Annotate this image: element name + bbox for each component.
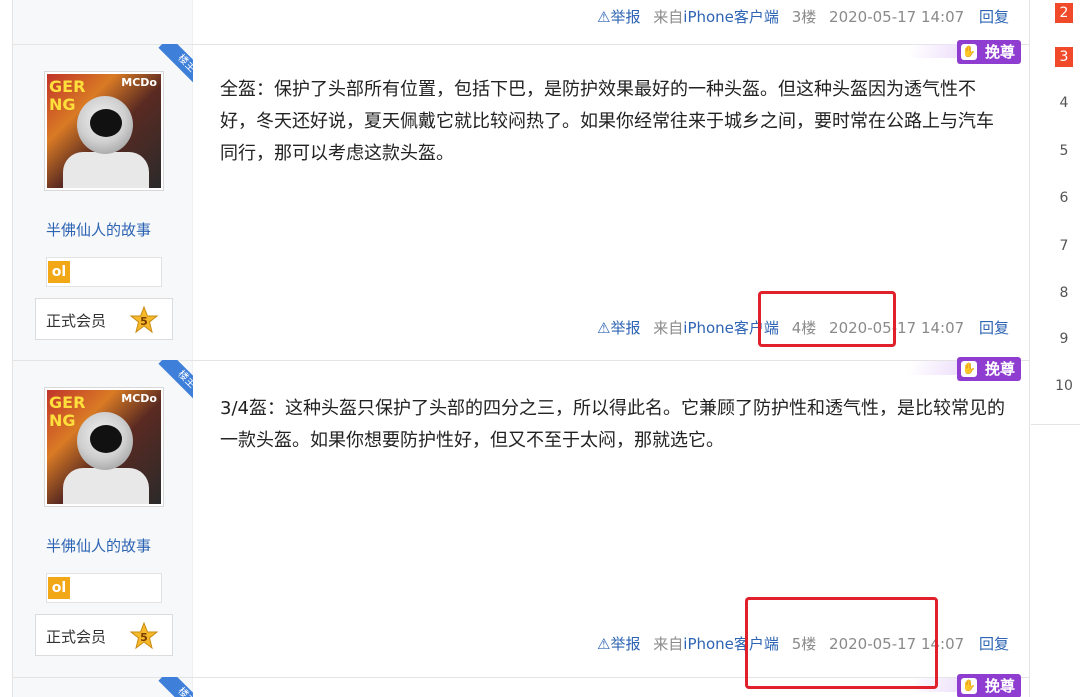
hand-icon: ✋ [961, 44, 977, 60]
member-label: 正式会员 [46, 312, 107, 330]
annotation-box-floor-4 [758, 291, 896, 347]
page-6[interactable]: 6 [1055, 190, 1073, 206]
op-ribbon: 楼主 [149, 677, 193, 697]
svg-text:5: 5 [140, 315, 148, 328]
member-label: 正式会员 [46, 628, 107, 646]
page-2[interactable]: 2 [1055, 3, 1073, 23]
post-content: 3/4盔：这种头盔只保护了头部的四分之三，所以得此名。它兼顾了防护性和透气性，是… [220, 398, 1005, 451]
thread-container: ⚠举报 来自iPhone客户端 3楼 2020-05-17 14:07 回复 G… [12, 0, 1030, 697]
avatar[interactable]: GER NG MCDo [44, 387, 164, 507]
author-sidebar: GER NG MCDo 半佛仙人的故事 ol 正式会员 5 [13, 45, 193, 360]
floor-number: 3楼 [791, 8, 817, 26]
author-sidebar: GER NG MCDo 半佛仙人的故事 ol 正式会员 5 [13, 361, 193, 677]
source-link[interactable]: iPhone客户端 [683, 8, 779, 26]
report-link[interactable]: ⚠举报 [597, 319, 640, 337]
post-footer: ⚠举报 来自iPhone客户端 3楼 2020-05-17 14:07 回复 [597, 6, 1009, 27]
avatar-image: GER NG MCDo [47, 390, 161, 504]
star-level-icon: 5 [130, 306, 158, 334]
star-level-icon: 5 [130, 622, 158, 650]
source-prefix: 来自 [653, 635, 684, 653]
avatar-image: GER NG MCDo [47, 74, 161, 188]
page-5[interactable]: 5 [1055, 143, 1073, 159]
level-icon: ol [48, 577, 70, 599]
level-badge-box: ol [46, 257, 162, 287]
page-3-current[interactable]: 3 [1055, 47, 1073, 67]
op-ribbon: 楼主 [149, 44, 193, 88]
reply-button[interactable]: 回复 [979, 319, 1009, 337]
reply-button[interactable]: 回复 [979, 8, 1009, 26]
page-navigator: 2 3 4 5 6 7 8 9 10 [1031, 0, 1080, 425]
report-link[interactable]: ⚠举报 [597, 8, 640, 26]
svg-text:5: 5 [140, 631, 148, 644]
level-badge-box: ol [46, 573, 162, 603]
page-7[interactable]: 7 [1055, 238, 1073, 254]
annotation-box-floor-5 [745, 597, 938, 689]
username-link[interactable]: 半佛仙人的故事 [46, 535, 151, 556]
support-badge[interactable]: ✋ 挽尊 [906, 674, 1021, 697]
source-prefix: 来自 [653, 8, 684, 26]
reply-button[interactable]: 回复 [979, 635, 1009, 653]
source-prefix: 来自 [653, 319, 684, 337]
page-8[interactable]: 8 [1055, 285, 1073, 301]
member-box: 正式会员 5 [35, 614, 173, 656]
member-box: 正式会员 5 [35, 298, 173, 340]
hand-icon: ✋ [961, 678, 977, 694]
hand-icon: ✋ [961, 361, 977, 377]
page-10[interactable]: 10 [1051, 378, 1077, 394]
post-datetime: 2020-05-17 14:07 [829, 8, 965, 26]
op-ribbon: 楼主 [149, 360, 193, 404]
support-badge[interactable]: ✋ 挽尊 [906, 40, 1021, 66]
post-floor-3: ⚠举报 来自iPhone客户端 3楼 2020-05-17 14:07 回复 [13, 0, 1029, 45]
avatar[interactable]: GER NG MCDo [44, 71, 164, 191]
page-4[interactable]: 4 [1055, 95, 1073, 111]
post-content: 全盔：保护了头部所有位置，包括下巴，是防护效果最好的一种头盔。但这种头盔因为透气… [220, 79, 994, 164]
report-link[interactable]: ⚠举报 [597, 635, 640, 653]
username-link[interactable]: 半佛仙人的故事 [46, 219, 151, 240]
level-icon: ol [48, 261, 70, 283]
author-sidebar [13, 0, 193, 44]
support-badge[interactable]: ✋ 挽尊 [906, 357, 1021, 383]
page-9[interactable]: 9 [1055, 331, 1073, 347]
